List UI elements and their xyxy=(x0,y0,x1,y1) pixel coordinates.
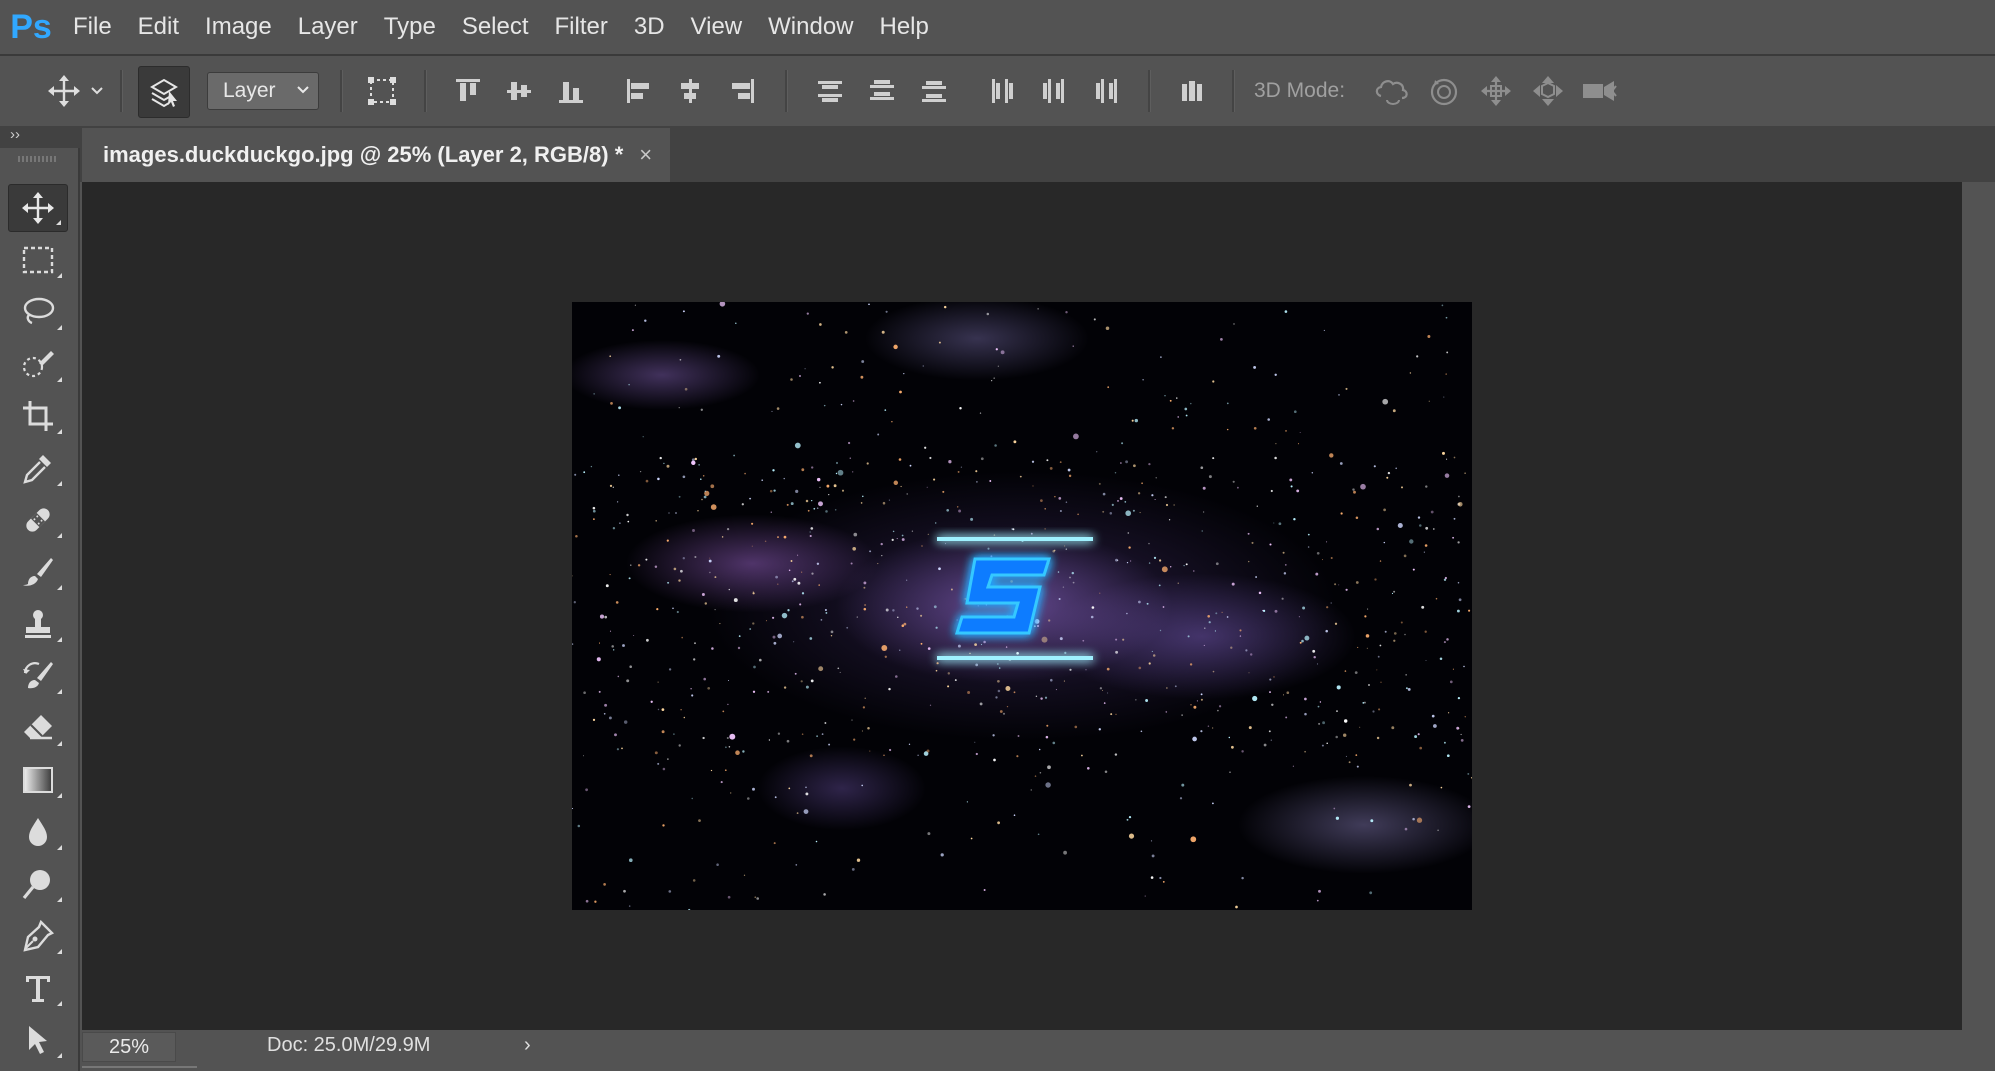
divider xyxy=(120,70,123,112)
scale-3d-icon[interactable] xyxy=(1578,68,1622,114)
healing-brush-icon[interactable] xyxy=(8,496,68,544)
menu-view[interactable]: View xyxy=(678,0,756,54)
align-right-icon[interactable] xyxy=(722,68,762,114)
move-tool-icon[interactable] xyxy=(8,184,68,232)
menu-window[interactable]: Window xyxy=(755,0,866,54)
history-brush-icon[interactable] xyxy=(8,652,68,700)
distribute-horizontal-center-icon[interactable] xyxy=(1034,68,1074,114)
divider xyxy=(1232,70,1235,112)
rectangular-marquee-icon[interactable] xyxy=(8,236,68,284)
document-tab-title: images.duckduckgo.jpg @ 25% (Layer 2, RG… xyxy=(103,142,624,167)
align-bottom-icon[interactable] xyxy=(551,68,591,114)
menu-filter[interactable]: Filter xyxy=(542,0,621,54)
eyedropper-icon[interactable] xyxy=(8,444,68,492)
type-icon[interactable] xyxy=(8,964,68,1012)
divider xyxy=(1148,70,1151,112)
auto-align-icon[interactable] xyxy=(1172,68,1212,114)
auto-select-dropdown[interactable]: Layer xyxy=(207,72,319,110)
chevron-down-icon[interactable] xyxy=(88,68,106,114)
glowing-s-emblem xyxy=(937,537,1093,660)
options-bar: Layer xyxy=(0,56,1995,126)
divider xyxy=(785,70,788,112)
close-icon[interactable]: × xyxy=(639,142,652,168)
quick-selection-icon[interactable] xyxy=(8,340,68,388)
crop-icon[interactable] xyxy=(8,392,68,440)
path-selection-icon[interactable] xyxy=(8,1016,68,1064)
auto-select-icon[interactable] xyxy=(138,66,190,118)
roll-3d-icon[interactable] xyxy=(1422,68,1466,114)
pen-icon[interactable] xyxy=(8,912,68,960)
menu-file[interactable]: File xyxy=(60,0,125,54)
align-vertical-center-icon[interactable] xyxy=(499,68,539,114)
toolbox-grip[interactable] xyxy=(18,156,58,162)
gradient-icon[interactable] xyxy=(8,756,68,804)
status-menu-arrow[interactable]: › xyxy=(524,1034,531,1057)
align-horizontal-center-icon[interactable] xyxy=(670,68,710,114)
3d-mode-label: 3D Mode: xyxy=(1254,79,1346,102)
divider xyxy=(424,70,427,112)
menu-image[interactable]: Image xyxy=(192,0,285,54)
chevron-down-icon xyxy=(297,86,309,94)
divider xyxy=(340,70,343,112)
scrollbar-gutter[interactable] xyxy=(1962,182,1995,1071)
blur-icon[interactable] xyxy=(8,808,68,856)
scrollbar[interactable] xyxy=(82,1066,197,1068)
menu-select[interactable]: Select xyxy=(449,0,542,54)
menu-help[interactable]: Help xyxy=(867,0,942,54)
slide-3d-icon[interactable] xyxy=(1526,68,1570,114)
document-image[interactable] xyxy=(572,302,1472,910)
distribute-left-icon[interactable] xyxy=(982,68,1022,114)
brush-icon[interactable] xyxy=(8,548,68,596)
menu-bar: Ps File Edit Image Layer Type Select Fil… xyxy=(0,0,1995,54)
toolbox-collapse-button[interactable]: ›› xyxy=(10,126,20,143)
auto-select-value: Layer xyxy=(223,79,276,102)
distribute-vertical-center-icon[interactable] xyxy=(862,68,902,114)
menu-3d[interactable]: 3D xyxy=(621,0,678,54)
drag-3d-icon[interactable] xyxy=(1474,68,1518,114)
align-left-icon[interactable] xyxy=(619,68,659,114)
menu-layer[interactable]: Layer xyxy=(285,0,371,54)
document-tab[interactable]: images.duckduckgo.jpg @ 25% (Layer 2, RG… xyxy=(82,128,670,182)
distribute-top-icon[interactable] xyxy=(810,68,850,114)
menu-type[interactable]: Type xyxy=(371,0,449,54)
zoom-level-field[interactable]: 25% xyxy=(82,1032,176,1062)
clone-stamp-icon[interactable] xyxy=(8,600,68,648)
document-size[interactable]: Doc: 25.0M/29.9M xyxy=(267,1034,430,1057)
distribute-right-icon[interactable] xyxy=(1086,68,1126,114)
menu-edit[interactable]: Edit xyxy=(125,0,192,54)
transform-controls-icon[interactable] xyxy=(360,68,404,114)
distribute-bottom-icon[interactable] xyxy=(914,68,954,114)
align-top-icon[interactable] xyxy=(448,68,488,114)
photoshop-logo: Ps xyxy=(10,7,52,46)
rotate-3d-icon[interactable] xyxy=(1370,68,1414,114)
dodge-icon[interactable] xyxy=(8,860,68,908)
lasso-icon[interactable] xyxy=(8,288,68,336)
move-tool-icon[interactable] xyxy=(40,68,88,114)
eraser-icon[interactable] xyxy=(8,704,68,752)
